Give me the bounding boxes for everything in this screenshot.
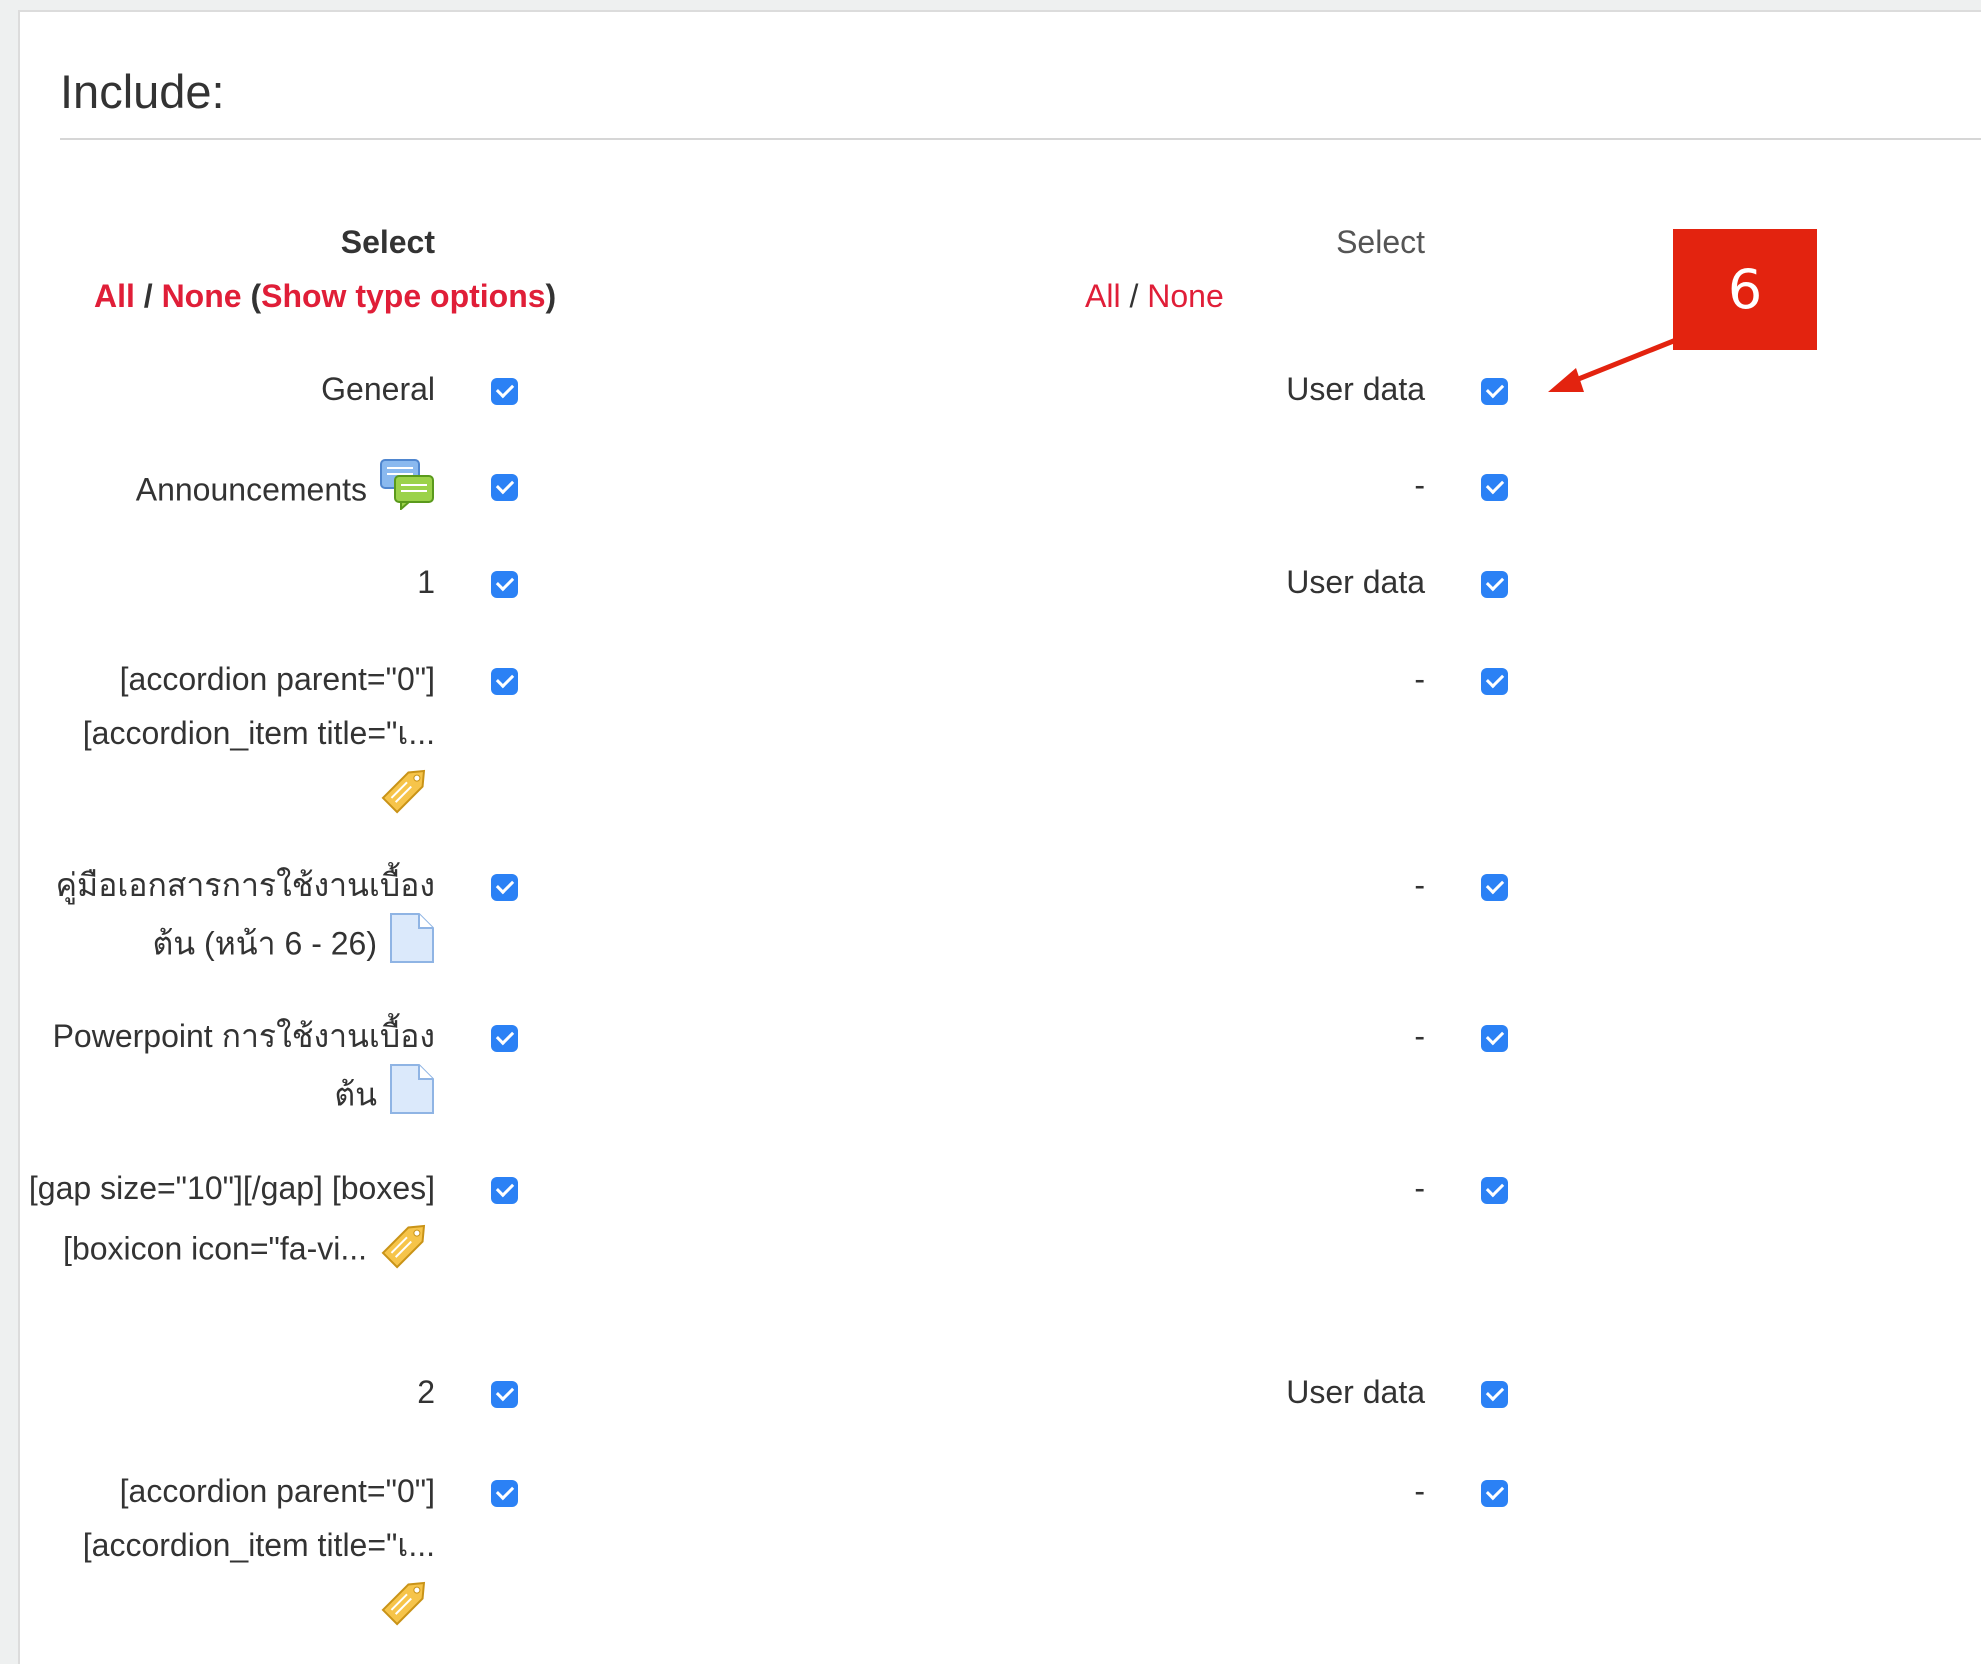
select-none-link[interactable]: None [162, 278, 242, 314]
userdata-label-powerpoint: - [1414, 1018, 1425, 1054]
select-links-left: All / None (Show type options) [94, 278, 556, 315]
row-label-powerpoint: Powerpoint การใช้งานเบื้องต้น [15, 1009, 435, 1131]
row-label-section-1: 1 [15, 555, 435, 609]
include-checkbox-accordion-2[interactable] [491, 1480, 518, 1507]
userdata-checkbox-manual-doc[interactable] [1481, 874, 1508, 901]
row-label-gap-boxes: [gap size="10"][/gap] [boxes][boxicon ic… [15, 1161, 435, 1287]
row-label-text: 2 [417, 1374, 435, 1410]
userdata-checkbox-gap-boxes[interactable] [1481, 1177, 1508, 1204]
row-label-text: 1 [417, 564, 435, 600]
show-type-options-link[interactable]: Show type options [261, 278, 545, 314]
userdata-label-announcements: - [1414, 467, 1425, 503]
userdata-checkbox-announcements[interactable] [1481, 474, 1508, 501]
row-label-text: [accordion parent="0"] [accordion_item t… [82, 661, 435, 751]
row-label-manual-doc: คู่มือเอกสารการใช้งานเบื้องต้น (หน้า 6 -… [15, 858, 435, 980]
select-label-left: Select [340, 224, 435, 260]
row-label-announcements: Announcements [15, 458, 435, 526]
step-callout-box: 6 [1673, 229, 1817, 350]
callout-arrow-icon [1548, 337, 1677, 392]
userdata-label-accordion-1: - [1414, 661, 1425, 697]
row-label-text: [gap size="10"][/gap] [boxes][boxicon ic… [28, 1170, 435, 1267]
include-checkbox-accordion-1[interactable] [491, 668, 518, 695]
userdata-checkbox-powerpoint[interactable] [1481, 1025, 1508, 1052]
include-heading: Include: [60, 65, 225, 118]
close-paren: ) [545, 278, 557, 314]
select-links-right: All / None [1085, 278, 1224, 315]
row-label-text: คู่มือเอกสารการใช้งานเบื้องต้น (หน้า 6 -… [55, 867, 435, 962]
row-label-text: [accordion parent="0"] [accordion_item t… [82, 1473, 435, 1563]
separator: / [134, 278, 162, 314]
row-label-text: Announcements [135, 471, 367, 508]
row-label-section-2: 2 [15, 1365, 435, 1419]
userdata-checkbox-section-2[interactable] [1481, 1381, 1508, 1408]
include-checkbox-gap-boxes[interactable] [491, 1177, 518, 1204]
userdata-label-accordion-2: - [1414, 1473, 1425, 1509]
label-tag-icon [379, 1572, 435, 1644]
userdata-label-general: User data [1286, 371, 1425, 407]
userdata-label-manual-doc: - [1414, 867, 1425, 903]
include-checkbox-powerpoint[interactable] [491, 1025, 518, 1052]
row-label-text: General [321, 371, 435, 407]
userdata-select-none-link[interactable]: None [1147, 278, 1224, 314]
select-all-link[interactable]: All [94, 278, 135, 314]
row-label-accordion-1: [accordion parent="0"] [accordion_item t… [15, 652, 435, 832]
include-checkbox-section-2[interactable] [491, 1381, 518, 1408]
row-label-text: Powerpoint การใช้งานเบื้องต้น [52, 1018, 435, 1113]
open-paren: ( [241, 278, 262, 314]
userdata-checkbox-general[interactable] [1481, 378, 1508, 405]
userdata-label-gap-boxes: - [1414, 1170, 1425, 1206]
include-checkbox-manual-doc[interactable] [491, 874, 518, 901]
separator: / [1120, 278, 1148, 314]
file-icon [389, 1063, 435, 1131]
userdata-label-section-1: User data [1286, 564, 1425, 600]
userdata-label-section-2: User data [1286, 1374, 1425, 1410]
label-tag-icon [379, 1215, 435, 1287]
row-label-general: General [15, 362, 435, 416]
select-label-right: Select [1336, 224, 1425, 260]
label-tag-icon [379, 760, 435, 832]
divider [60, 138, 1981, 140]
row-label-accordion-2: [accordion parent="0"] [accordion_item t… [15, 1464, 435, 1644]
userdata-checkbox-accordion-2[interactable] [1481, 1480, 1508, 1507]
file-icon [389, 912, 435, 980]
include-checkbox-announcements[interactable] [491, 474, 518, 501]
include-checkbox-general[interactable] [491, 378, 518, 405]
userdata-checkbox-section-1[interactable] [1481, 571, 1508, 598]
include-checkbox-section-1[interactable] [491, 571, 518, 598]
forum-chat-icon [379, 458, 435, 526]
userdata-select-all-link[interactable]: All [1085, 278, 1121, 314]
userdata-checkbox-accordion-1[interactable] [1481, 668, 1508, 695]
